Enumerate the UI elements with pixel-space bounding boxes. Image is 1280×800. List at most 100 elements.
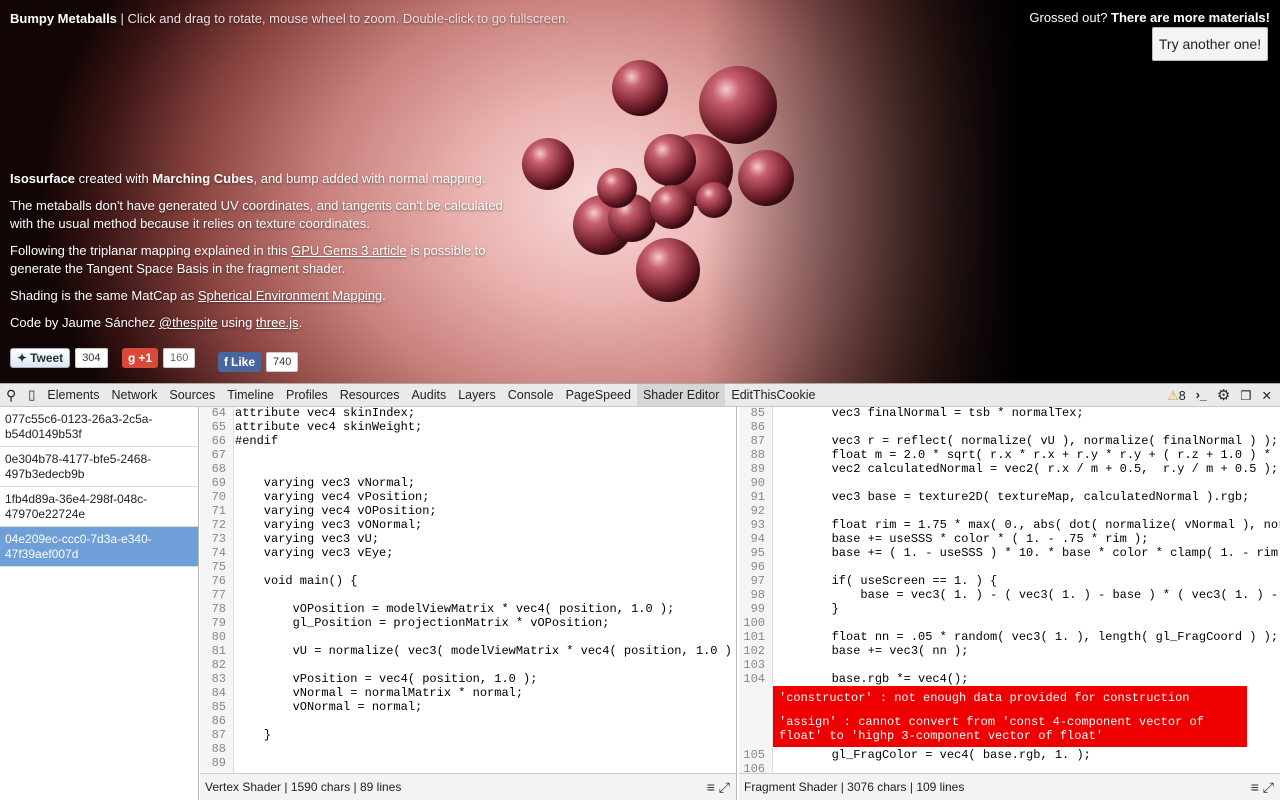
code-text: float m = 2.0 * sqrt( r.x * r.x + r.y * … xyxy=(774,448,1280,462)
tab-audits[interactable]: Audits xyxy=(405,384,452,406)
code-line[interactable]: 71 varying vec4 vOPosition; xyxy=(200,504,736,518)
fullscreen-icon[interactable]: ⤢ xyxy=(719,779,730,795)
gpu-gems-link[interactable]: GPU Gems 3 article xyxy=(291,243,407,258)
code-line[interactable]: 68 xyxy=(200,462,736,476)
program-item[interactable]: 0e304b78-4177-bfe5-2468-497b3edecb9b xyxy=(0,447,198,487)
code-line[interactable]: 74 varying vec3 vEye; xyxy=(200,546,736,560)
code-line[interactable]: 82 xyxy=(200,658,736,672)
code-line[interactable]: 75 xyxy=(200,560,736,574)
code-line[interactable]: 88 float m = 2.0 * sqrt( r.x * r.x + r.y… xyxy=(739,448,1280,462)
threejs-link[interactable]: three.js xyxy=(256,315,299,330)
tab-pagespeed[interactable]: PageSpeed xyxy=(560,384,637,406)
code-line[interactable]: 102 base += vec3( nn ); xyxy=(739,644,1280,658)
code-line[interactable]: 95 base += ( 1. - useSSS ) * 10. * base … xyxy=(739,546,1280,560)
code-line[interactable]: 69 varying vec3 vNormal; xyxy=(200,476,736,490)
thespite-link[interactable]: @thespite xyxy=(159,315,218,330)
code-line[interactable]: 93 float rim = 1.75 * max( 0., abs( dot(… xyxy=(739,518,1280,532)
tab-console[interactable]: Console xyxy=(502,384,560,406)
dock-icon[interactable]: ❐ xyxy=(1240,388,1251,403)
code-line[interactable]: 72 varying vec3 vONormal; xyxy=(200,518,736,532)
code-line[interactable]: 78 vOPosition = modelViewMatrix * vec4( … xyxy=(200,602,736,616)
format-icon[interactable]: ≡ xyxy=(1251,779,1259,795)
tab-sources[interactable]: Sources xyxy=(163,384,221,406)
program-item-selected[interactable]: 04e209ec-ccc0-7d3a-e340-47f39aef007d xyxy=(0,527,198,567)
tab-layers[interactable]: Layers xyxy=(452,384,502,406)
device-icon[interactable]: ▯ xyxy=(22,384,41,406)
code-line[interactable]: 81 vU = normalize( vec3( modelViewMatrix… xyxy=(200,644,736,658)
fb-like-button[interactable]: f Like xyxy=(218,352,262,372)
code-line[interactable]: 85 vec3 finalNormal = tsb * normalTex; xyxy=(739,407,1280,420)
code-line[interactable]: 79 gl_Position = projectionMatrix * vOPo… xyxy=(200,616,736,630)
code-line[interactable]: 97 if( useScreen == 1. ) { xyxy=(739,574,1280,588)
tab-network[interactable]: Network xyxy=(106,384,164,406)
fullscreen-icon[interactable]: ⤢ xyxy=(1263,779,1274,795)
code-line[interactable]: 76 void main() { xyxy=(200,574,736,588)
description: Isosurface created with Marching Cubes, … xyxy=(10,170,510,341)
code-line[interactable]: 89 vec2 calculatedNormal = vec2( r.x / m… xyxy=(739,462,1280,476)
code-line[interactable]: 100 xyxy=(739,616,1280,630)
code-line[interactable]: 90 xyxy=(739,476,1280,490)
try-another-button[interactable]: Try another one! xyxy=(1152,27,1268,61)
tab-elements[interactable]: Elements xyxy=(41,384,105,406)
code-line[interactable]: 99 } xyxy=(739,602,1280,616)
code-text: varying vec3 vEye; xyxy=(235,546,394,560)
desc-p4: Shading is the same MatCap as Spherical … xyxy=(10,287,510,305)
program-item[interactable]: 1fb4d89a-36e4-298f-048c-47970e22724e xyxy=(0,487,198,527)
code-line[interactable]: 77 xyxy=(200,588,736,602)
inspect-icon[interactable]: ⚲ xyxy=(0,384,22,406)
code-line[interactable]: 103 xyxy=(739,658,1280,672)
code-line[interactable]: 96 xyxy=(739,560,1280,574)
fragment-status-text: Fragment Shader | 3076 chars | 109 lines xyxy=(744,780,965,794)
code-line[interactable]: 94 base += useSSS * color * ( 1. - .75 *… xyxy=(739,532,1280,546)
tab-profiles[interactable]: Profiles xyxy=(280,384,334,406)
gear-icon[interactable]: ⚙ xyxy=(1217,386,1230,404)
code-line[interactable]: 86 xyxy=(739,420,1280,434)
code-line[interactable]: 104 base.rgb *= vec4(); xyxy=(739,672,1280,686)
tab-timeline[interactable]: Timeline xyxy=(221,384,280,406)
tab-resources[interactable]: Resources xyxy=(334,384,406,406)
code-line[interactable]: 86 xyxy=(200,714,736,728)
code-line[interactable]: 85 vONormal = normal; xyxy=(200,700,736,714)
warning-count[interactable]: ⚠8 xyxy=(1168,388,1186,403)
code-line[interactable]: 98 base = vec3( 1. ) - ( vec3( 1. ) - ba… xyxy=(739,588,1280,602)
desc-p5: Code by Jaume Sánchez @thespite using th… xyxy=(10,314,510,332)
code-line[interactable]: 101 float nn = .05 * random( vec3( 1. ),… xyxy=(739,630,1280,644)
code-line[interactable]: 91 vec3 base = texture2D( textureMap, ca… xyxy=(739,490,1280,504)
code-line[interactable]: 66 #endif xyxy=(200,434,736,448)
code-line[interactable]: 65 attribute vec4 skinWeight; xyxy=(200,420,736,434)
line-number: 85 xyxy=(211,700,226,714)
compile-error-panel: 'constructor' : not enough data provided… xyxy=(773,686,1247,747)
vertex-shader-editor[interactable]: 64 attribute vec4 skinIndex; 65 attribute v… xyxy=(200,407,737,773)
line-number: 104 xyxy=(743,672,765,686)
sem-link[interactable]: Spherical Environment Mapping xyxy=(198,288,382,303)
code-line[interactable]: 84 vNormal = normalMatrix * normal; xyxy=(200,686,736,700)
gplus-button[interactable]: g +1 xyxy=(122,348,159,368)
line-number: 93 xyxy=(750,518,765,532)
line-number: 103 xyxy=(743,658,765,672)
webgl-scene[interactable]: Bumpy Metaballs | Click and drag to rota… xyxy=(0,0,1280,383)
code-line[interactable]: 106 xyxy=(739,762,1280,773)
code-line[interactable]: 88 xyxy=(200,742,736,756)
code-line[interactable]: 92 xyxy=(739,504,1280,518)
line-number: 74 xyxy=(211,546,226,560)
code-line[interactable]: 64 attribute vec4 skinIndex; xyxy=(200,407,736,420)
code-line[interactable]: 70 varying vec4 vPosition; xyxy=(200,490,736,504)
code-line[interactable]: 87 } xyxy=(200,728,736,742)
code-line[interactable]: 87 vec3 r = reflect( normalize( vU ), no… xyxy=(739,434,1280,448)
tweet-button[interactable]: ✦ Tweet xyxy=(10,348,71,368)
code-line[interactable]: 73 varying vec3 vU; xyxy=(200,532,736,546)
line-number: 70 xyxy=(211,490,226,504)
code-line[interactable]: 105 gl_FragColor = vec4( base.rgb, 1. ); xyxy=(739,748,1280,762)
code-line[interactable]: 67 xyxy=(200,448,736,462)
program-item[interactable]: 077c55c6-0123-26a3-2c5a-b54d0149b53f xyxy=(0,407,198,447)
tab-shader-editor[interactable]: Shader Editor xyxy=(636,384,726,406)
code-text: base += vec3( nn ); xyxy=(774,644,969,658)
code-text: vec3 base = texture2D( textureMap, calcu… xyxy=(774,490,1250,504)
format-icon[interactable]: ≡ xyxy=(707,779,715,795)
code-line[interactable]: 89 xyxy=(200,756,736,770)
console-drawer-icon[interactable]: ›_ xyxy=(1196,388,1207,402)
tab-editthiscookie[interactable]: EditThisCookie xyxy=(725,384,821,406)
code-line[interactable]: 83 vPosition = vec4( position, 1.0 ); xyxy=(200,672,736,686)
close-icon[interactable]: ✕ xyxy=(1262,388,1272,403)
code-line[interactable]: 80 xyxy=(200,630,736,644)
